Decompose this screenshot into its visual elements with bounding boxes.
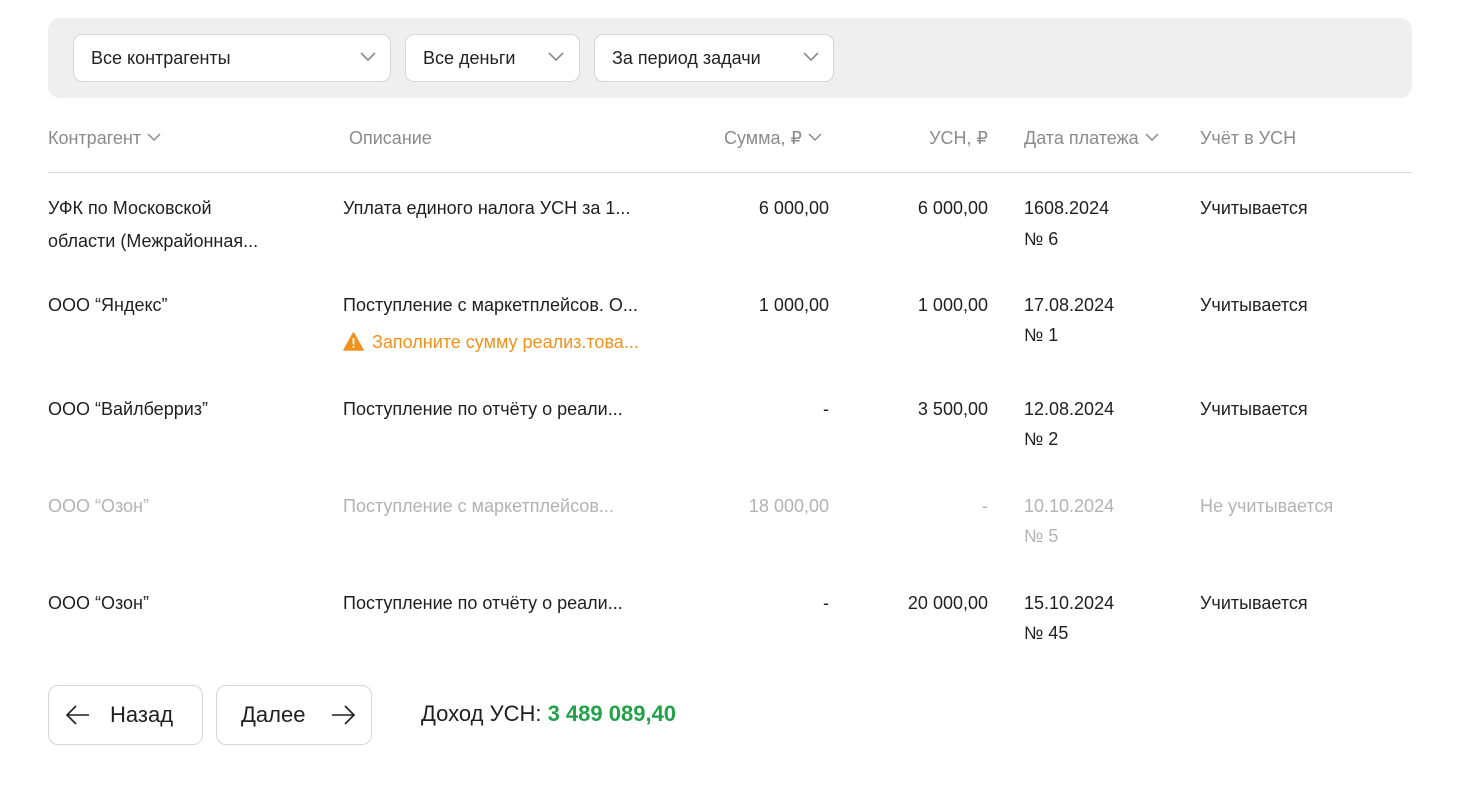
back-button-label: Назад bbox=[110, 702, 174, 727]
counterparty-filter-label: Все контрагенты bbox=[91, 48, 231, 68]
column-header-amount[interactable]: Сумма, ₽ bbox=[724, 126, 822, 150]
income-summary: Доход УСН: 3 489 089,40 bbox=[421, 699, 676, 729]
back-button[interactable]: Назад bbox=[48, 685, 203, 745]
column-header-description: Описание bbox=[349, 128, 432, 148]
pay-date-cell: 1608.2024 bbox=[1024, 198, 1110, 218]
chevron-down-icon bbox=[548, 52, 564, 62]
description-cell: Поступление с маркетплейсов. О... bbox=[343, 295, 638, 315]
money-filter-dropdown[interactable]: Все деньги bbox=[405, 34, 580, 82]
counterparty-cell: УФК по Московской bbox=[48, 198, 212, 218]
amount-cell: 1 000,00 bbox=[758, 295, 829, 315]
amount-cell: - bbox=[823, 593, 829, 613]
income-value: 3 489 089,40 bbox=[547, 701, 677, 726]
sort-chevron-icon bbox=[808, 133, 822, 142]
pay-number-cell: № 6 bbox=[1024, 229, 1059, 249]
period-filter-dropdown[interactable]: За период задачи bbox=[594, 34, 834, 82]
usn-cell: 6 000,00 bbox=[917, 198, 988, 218]
warning-icon bbox=[343, 332, 364, 351]
amount-cell: - bbox=[823, 399, 829, 419]
description-cell: Поступление по отчёту о реали... bbox=[343, 593, 623, 613]
usn-cell: 3 500,00 bbox=[917, 399, 988, 419]
sort-chevron-icon bbox=[147, 133, 161, 142]
chevron-down-icon bbox=[360, 52, 376, 62]
usn-status-cell: Учитывается bbox=[1200, 593, 1308, 613]
next-button[interactable]: Далее bbox=[216, 685, 372, 745]
column-header-pay-date-label: Дата платежа bbox=[1024, 128, 1139, 148]
money-filter-label: Все деньги bbox=[423, 48, 516, 68]
column-header-usn-account: Учёт в УСН bbox=[1200, 128, 1297, 148]
usn-status-cell: Учитывается bbox=[1200, 198, 1308, 218]
column-header-amount-label: Сумма, ₽ bbox=[723, 128, 802, 148]
usn-status-cell: Учитывается bbox=[1200, 399, 1308, 419]
column-header-counterparty-label: Контрагент bbox=[48, 128, 142, 148]
description-cell: Поступление по отчёту о реали... bbox=[343, 399, 623, 419]
description-cell: Уплата единого налога УСН за 1... bbox=[343, 198, 631, 218]
header-divider bbox=[48, 172, 1412, 173]
next-button-label: Далее bbox=[241, 702, 306, 727]
counterparty-cell-line2: области (Межрайонная... bbox=[48, 231, 259, 251]
pay-date-cell: 15.10.2024 bbox=[1024, 593, 1115, 613]
description-cell: Поступление с маркетплейсов... bbox=[343, 496, 614, 516]
sort-chevron-icon bbox=[1145, 133, 1159, 142]
pay-date-cell: 12.08.2024 bbox=[1024, 399, 1115, 419]
chevron-down-icon bbox=[803, 52, 819, 62]
filter-bar: Все контрагенты Все деньги За период зад… bbox=[48, 18, 1412, 98]
income-label: Доход УСН: bbox=[421, 701, 542, 726]
usn-cell: 20 000,00 bbox=[907, 593, 988, 613]
pay-number-cell: № 1 bbox=[1024, 325, 1059, 345]
pay-date-cell: 10.10.2024 bbox=[1024, 496, 1115, 516]
amount-cell: 6 000,00 bbox=[758, 198, 829, 218]
column-header-counterparty[interactable]: Контрагент bbox=[48, 126, 161, 150]
counterparty-cell: ООО “Озон” bbox=[48, 496, 149, 516]
pay-number-cell: № 2 bbox=[1024, 429, 1059, 449]
counterparty-cell: ООО “Вайлберриз” bbox=[48, 399, 209, 419]
arrow-right-icon bbox=[332, 705, 356, 725]
usn-status-cell: Учитывается bbox=[1200, 295, 1308, 315]
counterparty-filter-dropdown[interactable]: Все контрагенты bbox=[73, 34, 391, 82]
pay-number-cell: № 45 bbox=[1024, 623, 1069, 643]
arrow-left-icon bbox=[65, 705, 89, 725]
usn-cell: 1 000,00 bbox=[917, 295, 988, 315]
pay-number-cell: № 5 bbox=[1024, 526, 1059, 546]
column-header-usn: УСН, ₽ bbox=[929, 128, 988, 148]
counterparty-cell: ООО “Яндекс” bbox=[48, 295, 168, 315]
pay-date-cell: 17.08.2024 bbox=[1024, 295, 1115, 315]
warning-text: Заполните сумму реализ.това... bbox=[372, 332, 639, 352]
usn-cell: - bbox=[982, 496, 988, 516]
warning-message[interactable]: Заполните сумму реализ.това... bbox=[343, 327, 639, 357]
period-filter-label: За период задачи bbox=[612, 48, 761, 68]
amount-cell: 18 000,00 bbox=[748, 496, 829, 516]
usn-status-cell: Не учитывается bbox=[1200, 496, 1334, 516]
counterparty-cell: ООО “Озон” bbox=[48, 593, 149, 613]
column-header-pay-date[interactable]: Дата платежа bbox=[1024, 126, 1159, 150]
